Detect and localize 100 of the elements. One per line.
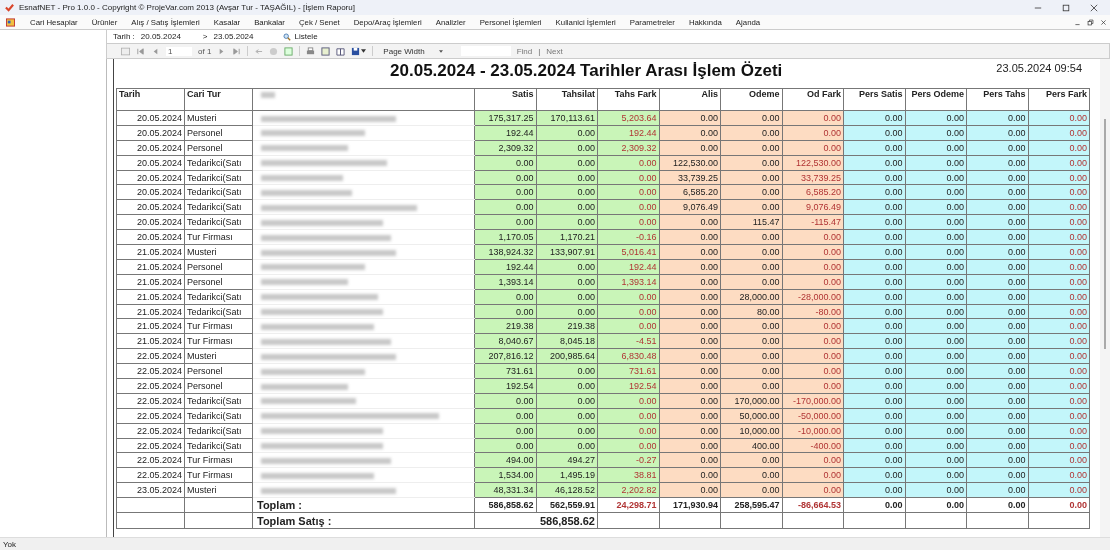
table-cell: 20.05.2024	[116, 125, 185, 141]
table-cell: 22.05.2024	[116, 467, 185, 483]
page-count: of 1	[198, 46, 212, 56]
maximize-icon[interactable]	[1062, 3, 1070, 12]
table-cell: Musteri	[184, 482, 253, 498]
sales-total-value: 586,858.62	[474, 512, 598, 529]
scrollbar[interactable]	[1100, 59, 1110, 537]
total-cell: -86,664.53	[782, 497, 844, 513]
table-cell: 21.05.2024	[116, 333, 185, 349]
column-header: Alis	[659, 88, 721, 111]
table-cell: 20.05.2024	[116, 229, 185, 245]
table-cell: 22.05.2024	[116, 393, 185, 409]
column-header: Tahs Fark	[597, 88, 659, 111]
table-cell: Tedarikci(Satı	[184, 184, 253, 200]
printer-icon[interactable]	[306, 46, 316, 56]
table-cell: Tedarikci(Satı	[184, 304, 253, 319]
previous-page-icon[interactable]	[151, 46, 160, 56]
caret-icon[interactable]	[361, 49, 367, 53]
column-header: Cari Tur	[184, 88, 253, 111]
table-cell: Tedarikci(Satı	[184, 289, 253, 305]
table-cell: 22.05.2024	[116, 348, 185, 364]
document-map-icon[interactable]	[121, 46, 130, 56]
table-cell: Tedarikci(Satı	[184, 214, 253, 230]
range-separator: >	[202, 32, 208, 41]
mdi-window-icon[interactable]	[6, 17, 15, 27]
table-cell: 22.05.2024	[116, 438, 185, 453]
first-page-icon[interactable]	[136, 46, 145, 56]
column-header: Od Fark	[782, 88, 844, 111]
table-cell: 22.05.2024	[116, 453, 185, 468]
table-cell: Personel	[184, 274, 253, 290]
table-cell: 20.05.2024	[116, 199, 185, 215]
total-cell: 0.00	[966, 497, 1028, 513]
table-cell: 21.05.2024	[116, 289, 185, 305]
table-cell: 20.05.2024	[116, 184, 185, 200]
window-title: EsnafNET - Pro 1.0.0 - Copyright © ProjeVar.com 2013 (Avşar Tur - TAŞAĞIL) - [İşlem Raporu]	[19, 3, 356, 12]
search-icon	[283, 32, 292, 41]
table-cell: Musteri	[184, 244, 253, 260]
table-cell: 22.05.2024	[116, 408, 185, 424]
column-header: Tahsilat	[536, 88, 598, 111]
table-cell: Tedarikci(Satı	[184, 393, 253, 409]
table-cell: 21.05.2024	[116, 304, 185, 319]
date-label: Tarih :	[113, 32, 135, 41]
total-cell: 24,298.71	[597, 497, 659, 513]
table-cell: Tedarikci(Satı	[184, 408, 253, 424]
next-link[interactable]: Next	[546, 46, 563, 56]
find-link[interactable]: Find	[516, 46, 533, 56]
table-cell: 21.05.2024	[116, 318, 185, 334]
table-cell: Personel	[184, 378, 253, 394]
table-cell: Personel	[184, 125, 253, 141]
table-cell: Tedarikci(Satı	[184, 423, 253, 439]
table-cell: 21.05.2024	[116, 274, 185, 290]
total-label: Toplam :	[252, 497, 475, 513]
table-cell: Tedarikci(Satı	[184, 155, 253, 171]
table-cell: 20.05.2024	[116, 170, 185, 185]
app-logo-icon	[5, 3, 14, 12]
close-icon[interactable]	[1100, 18, 1107, 26]
table-cell: 21.05.2024	[116, 259, 185, 275]
table-cell: Personel	[184, 140, 253, 156]
table-cell: 22.05.2024	[116, 363, 185, 379]
table-cell: Tur Firması	[184, 333, 253, 349]
column-header: Odeme	[720, 88, 782, 111]
refresh-icon[interactable]	[284, 46, 294, 56]
table-cell: Tur Firması	[184, 318, 253, 334]
close-icon[interactable]	[1090, 3, 1098, 12]
table-cell: Tur Firması	[184, 453, 253, 468]
report-title: 20.05.2024 - 23.05.2024 Tarihler Arası İşlem Özeti	[389, 61, 784, 81]
last-page-icon[interactable]	[232, 46, 242, 56]
page-setup-icon[interactable]	[336, 46, 346, 56]
table-cell: Tur Firması	[184, 467, 253, 483]
zoom-dropdown[interactable]: Page Width	[379, 46, 447, 56]
table-cell: Tedarikci(Satı	[184, 438, 253, 453]
total-cell: 586,858.62	[474, 497, 536, 513]
table-cell: 23.05.2024	[116, 482, 185, 498]
column-header: Pers Odeme	[905, 88, 967, 111]
total-cell: 0.00	[1028, 497, 1090, 513]
table-cell: Personel	[184, 259, 253, 275]
column-header: Pers Fark	[1028, 88, 1090, 111]
table-cell: Musteri	[184, 348, 253, 364]
blurred-text	[261, 91, 275, 98]
stop-icon[interactable]	[269, 46, 279, 56]
table-cell: Musteri	[184, 110, 253, 126]
table-cell: 20.05.2024	[116, 155, 185, 171]
total-cell: 562,559.91	[536, 497, 598, 513]
column-header: Satis	[474, 88, 536, 111]
total-cell: 171,930.94	[659, 497, 721, 513]
save-icon[interactable]	[351, 46, 361, 56]
status-text: Yok	[3, 539, 17, 549]
table-cell: 21.05.2024	[116, 244, 185, 260]
print-layout-icon[interactable]	[321, 46, 331, 56]
column-header: Pers Tahs	[966, 88, 1028, 111]
list-button[interactable]: Listele	[275, 32, 318, 41]
print-date: 23.05.2024 09:54	[996, 61, 1083, 74]
total-cell: 258,595.47	[720, 497, 782, 513]
table-cell: Tedarikci(Satı	[184, 170, 253, 185]
total-cell: 0.00	[905, 497, 967, 513]
total-cell: 0.00	[843, 497, 905, 513]
restore-icon[interactable]	[1087, 18, 1094, 26]
table-cell: 22.05.2024	[116, 378, 185, 394]
page-number-field[interactable]: 1	[166, 46, 192, 56]
sales-total-label: Toplam Satış :	[252, 512, 475, 529]
